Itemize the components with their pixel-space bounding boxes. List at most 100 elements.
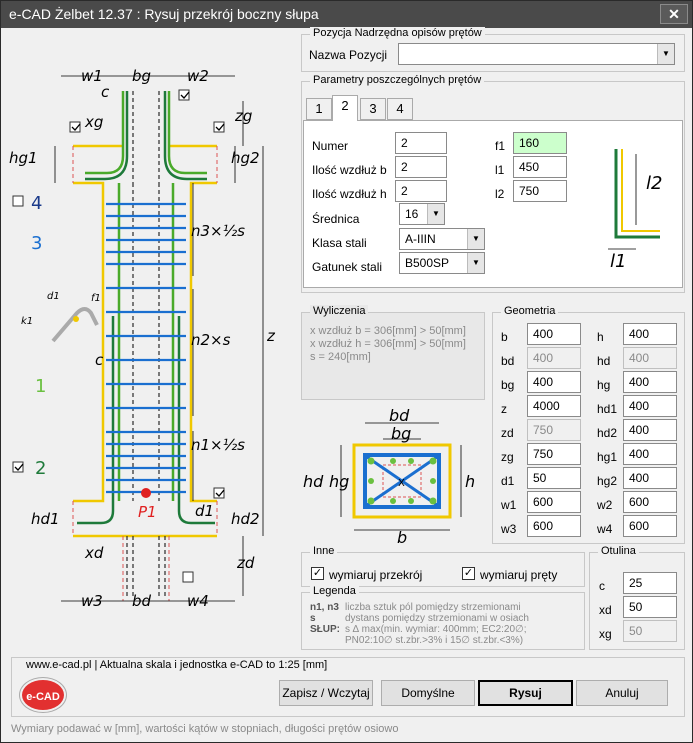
dim-zd: zd xyxy=(236,554,255,572)
wymiaruj-prety-checkbox[interactable]: ✓ xyxy=(462,567,475,580)
chevron-down-icon[interactable]: ▼ xyxy=(427,204,444,224)
l1-field[interactable]: 450 xyxy=(513,156,567,178)
calc-line-2: x wzdłuż h = 306[mm] > 50[mm] xyxy=(310,338,466,350)
section-hd: hd xyxy=(303,472,324,491)
dim-xd: xd xyxy=(84,544,104,562)
left-label-4: zd xyxy=(501,426,514,440)
position-name-select[interactable]: ▼ xyxy=(398,43,675,65)
dim-c-mid: c xyxy=(95,351,104,369)
chevron-down-icon[interactable]: ▼ xyxy=(657,44,674,64)
tab-1[interactable]: 1 xyxy=(306,98,332,120)
ilosc-b-field[interactable]: 2 xyxy=(395,156,447,178)
save-load-button[interactable]: Zapisz / Wczytaj xyxy=(279,680,373,706)
left-field-7[interactable]: 600 xyxy=(527,491,581,513)
left-label-7: w1 xyxy=(501,498,517,512)
left-field-0[interactable]: 400 xyxy=(527,323,581,345)
l2-label: l2 xyxy=(495,187,505,201)
tab-4[interactable]: 4 xyxy=(387,98,413,120)
left-label-5: zg xyxy=(501,450,514,464)
left-field-2[interactable]: 400 xyxy=(527,371,581,393)
right-field-4[interactable]: 400 xyxy=(623,419,677,441)
klasa-select[interactable]: A-IIIN ▼ xyxy=(399,228,485,250)
legend-key-0: n1, n3 xyxy=(310,602,339,613)
wymiaruj-prety-label[interactable]: wymiaruj pręty xyxy=(480,568,557,582)
wymiaruj-przekroj-checkbox[interactable]: ✓ xyxy=(311,567,324,580)
legend-text-0: liczba sztuk pól pomiędzy strzemionami xyxy=(345,602,521,613)
left-field-3[interactable]: 4000 xyxy=(527,395,581,417)
srednica-label: Średnica xyxy=(312,212,360,226)
right-field-3[interactable]: 400 xyxy=(623,395,677,417)
right-field-0[interactable]: 400 xyxy=(623,323,677,345)
section-bd: bd xyxy=(389,406,410,425)
left-field-8[interactable]: 600 xyxy=(527,515,581,537)
window-title: e-CAD Żelbet 12.37 : Rysuj przekrój bocz… xyxy=(9,6,319,22)
numer-field[interactable]: 2 xyxy=(395,132,447,154)
otulina-c-field[interactable]: 25 xyxy=(623,572,677,594)
right-label-7: w2 xyxy=(597,498,613,512)
left-label-1: bd xyxy=(501,354,515,368)
right-field-5[interactable]: 400 xyxy=(623,443,677,465)
tab-3[interactable]: 3 xyxy=(360,98,386,120)
wymiaruj-przekroj-label[interactable]: wymiaruj przekrój xyxy=(329,568,422,582)
legend-text-1: dystans pomiędzy strzemionami w osiach xyxy=(345,613,529,624)
right-label-4: hd2 xyxy=(597,426,618,440)
f1-label: f1 xyxy=(495,139,506,153)
section-sketch: bd bg hd hg h b X xyxy=(303,406,475,545)
left-label-2: bg xyxy=(501,378,515,392)
ilosc-h-field[interactable]: 2 xyxy=(395,180,447,202)
gatunek-label: Gatunek stali xyxy=(312,260,383,274)
draw-button[interactable]: Rysuj xyxy=(478,680,573,706)
bar-shape-sketch: l2 l1 xyxy=(578,129,678,274)
right-field-6[interactable]: 400 xyxy=(623,467,677,489)
dim-d1b: d1 xyxy=(195,502,214,520)
chevron-down-icon[interactable]: ▼ xyxy=(467,253,484,273)
section-h: h xyxy=(465,472,475,491)
default-button[interactable]: Domyślne xyxy=(381,680,475,706)
left-field-1: 400 xyxy=(527,347,581,369)
bar-label-4: 4 xyxy=(31,193,42,214)
ilosc-h-label: Ilość wzdłuż h xyxy=(312,187,387,201)
tab-2[interactable]: 2 xyxy=(332,95,358,121)
right-field-1: 400 xyxy=(623,347,677,369)
dim-hg1: hg1 xyxy=(9,149,38,167)
left-label-3: z xyxy=(501,402,507,416)
close-button[interactable]: ✕ xyxy=(660,4,688,24)
chevron-down-icon[interactable]: ▼ xyxy=(467,229,484,249)
otulina-xg-field: 50 xyxy=(623,620,677,642)
right-field-7[interactable]: 600 xyxy=(623,491,677,513)
right-label-2: hg xyxy=(597,378,611,392)
bar-label-3: 3 xyxy=(31,233,42,254)
dim-c-top: c xyxy=(101,83,110,101)
title-bar: e-CAD Żelbet 12.37 : Rysuj przekrój bocz… xyxy=(1,1,692,28)
srednica-select[interactable]: 16 ▼ xyxy=(399,203,445,225)
f1-field[interactable]: 160 xyxy=(513,132,567,154)
dim-w2: w2 xyxy=(187,67,209,85)
column-side-drawing: w1 bg w2 c zg xg hg1 hg2 n3×½s n2×s z c … xyxy=(9,67,276,610)
sketch-l1: l1 xyxy=(610,251,626,272)
dim-w4: w4 xyxy=(187,592,209,610)
right-field-8[interactable]: 600 xyxy=(623,515,677,537)
left-field-5[interactable]: 750 xyxy=(527,443,581,465)
right-field-2[interactable]: 400 xyxy=(623,371,677,393)
srednica-value: 16 xyxy=(405,207,419,221)
right-label-3: hd1 xyxy=(597,402,618,416)
right-label-5: hg1 xyxy=(597,450,618,464)
status-bar: Wymiary podawać w [mm], wartości kątów w… xyxy=(11,723,399,735)
hook-d1: d1 xyxy=(47,291,60,302)
left-field-4: 750 xyxy=(527,419,581,441)
left-field-6[interactable]: 50 xyxy=(527,467,581,489)
ecad-logo: e-CAD xyxy=(20,678,66,712)
cancel-button[interactable]: Anuluj xyxy=(576,680,668,706)
gatunek-select[interactable]: B500SP ▼ xyxy=(399,252,485,274)
dim-bg: bg xyxy=(132,67,151,85)
otulina-xd-label: xd xyxy=(599,603,612,617)
gatunek-value: B500SP xyxy=(405,256,450,270)
l1-label: l1 xyxy=(495,163,505,177)
otulina-xd-field[interactable]: 50 xyxy=(623,596,677,618)
right-label-6: hg2 xyxy=(597,474,618,488)
calc-line-1: x wzdłuż b = 306[mm] > 50[mm] xyxy=(310,325,466,337)
l2-field[interactable]: 750 xyxy=(513,180,567,202)
dim-hd2: hd2 xyxy=(231,510,260,528)
position-name-label: Nazwa Pozycji xyxy=(309,48,388,62)
hook-k1: k1 xyxy=(21,316,33,327)
